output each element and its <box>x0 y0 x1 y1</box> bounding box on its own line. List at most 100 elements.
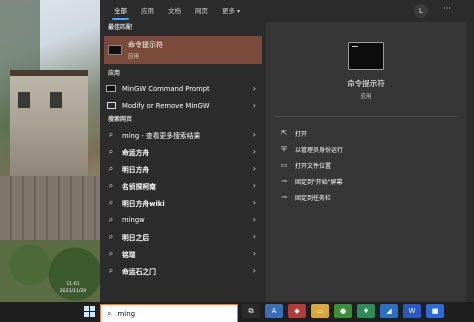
clock-time: 11:01 <box>66 282 80 287</box>
web-result[interactable]: ⌕ 命运方舟 › <box>100 143 266 160</box>
web-result[interactable]: ⌕ 明日方舟wiki › <box>100 194 266 211</box>
web-result[interactable]: ⌕ mingw › <box>100 211 266 228</box>
tab-apps[interactable]: 应用 <box>141 0 154 22</box>
web-result[interactable]: ⌕ 明日方舟 › <box>100 160 266 177</box>
tab-more-label: 更多 <box>222 7 235 15</box>
tab-web[interactable]: 网页 <box>195 0 208 22</box>
task-view-icon[interactable]: ⧉ <box>242 304 260 318</box>
red-app-icon[interactable]: ◆ <box>288 304 306 318</box>
search-icon: ⌕ <box>108 180 114 190</box>
chevron-right-icon[interactable]: › <box>253 198 256 207</box>
results-list: 最佳匹配 命令提示符 应用 应用 MinGW Command Prompt › … <box>100 22 266 302</box>
app-result-label: Modify or Remove MinGW <box>122 101 210 110</box>
web-result-label: 名侦探柯南 <box>122 182 156 191</box>
tab-documents[interactable]: 文档 <box>168 0 181 22</box>
chevron-right-icon[interactable]: › <box>253 232 256 241</box>
desktop-wallpaper <box>0 0 100 302</box>
chevron-right-icon[interactable]: › <box>253 130 256 139</box>
web-result[interactable]: ⌕ 命运石之门 › <box>100 262 266 279</box>
web-result-label: 明日之后 <box>122 233 150 242</box>
blue-app-icon[interactable]: ■ <box>426 304 444 318</box>
search-icon: ⌕ <box>108 197 114 207</box>
action-label: 打开 <box>295 130 308 138</box>
best-match-subtitle: 应用 <box>128 54 140 60</box>
more-options-icon[interactable]: ··· <box>440 4 454 18</box>
search-icon: ⌕ <box>108 129 114 139</box>
translate-icon[interactable]: A <box>265 304 283 318</box>
tab-more[interactable]: 更多 ▾ <box>222 0 240 22</box>
taskbar-apps: ⧉ A ◆ ▭ ● ♦ ◢ W ■ <box>242 304 449 318</box>
web-result-label: 明日方舟 <box>122 165 150 174</box>
folder-app-icon[interactable]: ▭ <box>311 304 329 318</box>
wallpaper-window <box>18 92 30 108</box>
action-label: 以管理员身份运行 <box>295 146 344 154</box>
system-clock[interactable]: 11:01 2023/11/29 <box>46 281 100 295</box>
app-result-mingw-modify[interactable]: Modify or Remove MinGW › <box>100 97 266 114</box>
app-result-label: MinGW Command Prompt <box>122 84 210 93</box>
wallpaper-stone-wall <box>0 176 100 246</box>
chevron-right-icon[interactable]: › <box>253 215 256 224</box>
pin-icon: ⊸ <box>281 177 287 185</box>
web-result[interactable]: ⌕ 铭瑄 › <box>100 245 266 262</box>
web-result[interactable]: ⌕ 名侦探柯南 › <box>100 177 266 194</box>
app-result-mingw-prompt[interactable]: MinGW Command Prompt › <box>100 80 266 97</box>
avatar[interactable]: L <box>414 4 428 18</box>
web-result-label: ming - 查看更多搜索结果 <box>122 130 200 140</box>
chrome-icon[interactable]: ● <box>334 304 352 318</box>
action-label: 打开文件位置 <box>295 162 332 170</box>
action-open[interactable]: ⇱ 打开 <box>266 125 466 141</box>
terminal-icon <box>348 42 384 70</box>
best-match-text: 命令提示符 应用 <box>128 40 163 60</box>
action-run-as-admin[interactable]: ⛨ 以管理员身份运行 <box>266 141 466 157</box>
web-result-label: 命运方舟 <box>122 148 150 157</box>
search-input-value: ming <box>117 309 136 318</box>
search-icon: ⌕ <box>108 231 114 241</box>
web-result-label: 明日方舟wiki <box>122 199 165 208</box>
chevron-right-icon[interactable]: › <box>253 266 256 275</box>
web-result-label: 命运石之门 <box>122 267 156 276</box>
folder-icon: ▭ <box>280 161 288 169</box>
chevron-right-icon[interactable]: › <box>253 181 256 190</box>
chevron-right-icon[interactable]: › <box>253 101 256 110</box>
web-result-label: 铭瑄 <box>122 250 136 259</box>
section-web-search: 搜索网页 <box>108 116 133 123</box>
admin-shield-icon: ⛨ <box>281 144 287 153</box>
best-match-item[interactable]: 命令提示符 应用 <box>104 36 262 64</box>
best-match-title: 命令提示符 <box>128 41 163 49</box>
search-icon: ⌕ <box>108 248 114 258</box>
tab-all[interactable]: 全部 <box>112 0 129 22</box>
web-result[interactable]: ⌕ ming - 查看更多搜索结果 › <box>100 126 266 143</box>
detail-actions: ⇱ 打开 ⛨ 以管理员身份运行 ▭ 打开文件位置 ⊸ 固定到"开始"屏幕 ⊸ 固… <box>266 117 466 205</box>
action-label: 固定到任务栏 <box>295 194 332 202</box>
wallpaper-house <box>10 70 88 180</box>
pin-icon: ⊸ <box>281 193 287 201</box>
terminal-icon <box>106 84 116 94</box>
search-icon: ⌕ <box>107 308 112 318</box>
action-pin-to-taskbar[interactable]: ⊸ 固定到任务栏 <box>266 189 466 205</box>
detail-pane: 命令提示符 应用 ⇱ 打开 ⛨ 以管理员身份运行 ▭ 打开文件位置 ⊸ 固定到"… <box>266 22 466 302</box>
section-apps: 应用 <box>108 70 121 77</box>
chevron-right-icon[interactable]: › <box>253 249 256 258</box>
wps-icon[interactable]: W <box>403 304 421 318</box>
search-icon: ⌕ <box>108 146 114 156</box>
search-icon: ⌕ <box>108 163 114 173</box>
chevron-right-icon[interactable]: › <box>253 84 256 93</box>
clock-date: 2023/11/29 <box>59 289 87 294</box>
chevron-right-icon[interactable]: › <box>253 164 256 173</box>
action-open-file-location[interactable]: ▭ 打开文件位置 <box>266 157 466 173</box>
web-result-query: ming <box>122 131 140 140</box>
chevron-right-icon[interactable]: › <box>253 147 256 156</box>
search-icon: ⌕ <box>108 265 114 275</box>
windows-start-icon[interactable] <box>84 306 96 318</box>
web-result[interactable]: ⌕ 明日之后 › <box>100 228 266 245</box>
search-panel: 全部 应用 文档 网页 更多 ▾ L ··· 最佳匹配 命令提示符 应用 应用 M… <box>100 0 474 302</box>
vscode-icon[interactable]: ◢ <box>380 304 398 318</box>
action-pin-to-start[interactable]: ⊸ 固定到"开始"屏幕 <box>266 173 466 189</box>
search-icon: ⌕ <box>108 214 114 224</box>
green-app-icon[interactable]: ♦ <box>357 304 375 318</box>
wallpaper-window <box>50 92 62 108</box>
taskbar-search-input[interactable]: ⌕ ming <box>100 304 238 322</box>
web-result-label: mingw <box>122 215 145 224</box>
chevron-down-icon: ▾ <box>237 8 241 15</box>
terminal-icon <box>108 45 122 55</box>
